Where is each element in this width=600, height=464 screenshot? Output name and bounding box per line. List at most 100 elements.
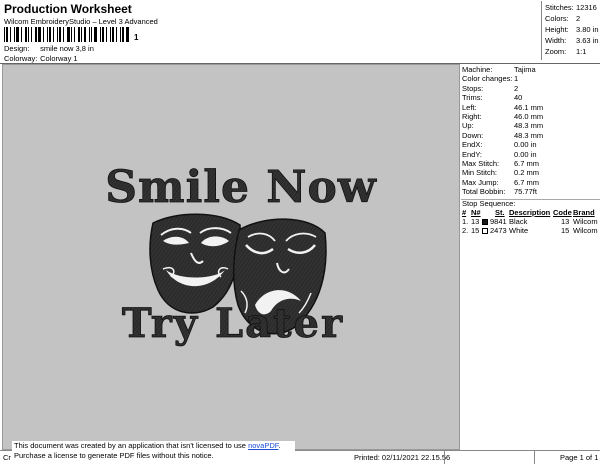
- spec-label: Min Stitch:: [462, 168, 498, 178]
- spec-value: 48.3 mm: [514, 130, 544, 140]
- colorway-label: Colorway:: [4, 54, 38, 63]
- spec-label: Color changes:: [462, 74, 513, 84]
- col-header-st: St.: [495, 208, 505, 217]
- spec-panel: Machine: Tajima Color changes: 1 Stops: 2 Trim…: [461, 64, 600, 450]
- spec-value: 75.77ft: [514, 187, 537, 197]
- spec-row: Machine: Tajima: [462, 65, 599, 74]
- spec-label: Max Stitch:: [462, 159, 500, 168]
- license-notice: This document was created by an applicat…: [12, 441, 295, 463]
- spec-value: 6.7 mm: [514, 159, 540, 168]
- spec-value: Tajima: [514, 65, 536, 74]
- footer-separator: [534, 451, 535, 464]
- spec-label: Left:: [462, 102, 477, 112]
- summary-label: Width:: [545, 36, 567, 45]
- color-swatch: [482, 217, 488, 226]
- spec-value: 46.0 mm: [514, 112, 544, 121]
- row-brand: Wilcom: [573, 226, 598, 235]
- col-header-description: Description: [509, 208, 551, 217]
- spec-value: 0.2 mm: [514, 168, 540, 178]
- summary-label: Stitches:: [545, 3, 574, 12]
- barcode: [4, 27, 132, 42]
- spec-value: 2: [514, 83, 519, 93]
- barcode-digit: 1: [134, 33, 139, 42]
- col-header-brand: Brand: [573, 208, 595, 217]
- footer-separator: [444, 451, 445, 464]
- notice-punct: .: [278, 441, 281, 450]
- spec-value: 6.7 mm: [514, 177, 540, 187]
- spec-label: Machine:: [462, 65, 493, 74]
- spec-row: Right: 46.0 mm: [462, 112, 599, 121]
- spec-label: Down:: [462, 130, 484, 140]
- spec-label: Total Bobbin:: [462, 187, 506, 197]
- spec-label: EndY:: [462, 149, 483, 159]
- row-code: 15: [561, 226, 570, 235]
- summary-value: 3.80 in: [576, 25, 599, 34]
- spec-row: Stops: 2: [462, 84, 599, 93]
- spec-row: Color changes: 1: [462, 74, 599, 83]
- design-text-bottom: Try Later: [122, 300, 344, 347]
- summary-value: 2: [576, 14, 581, 23]
- spec-value: 1: [514, 74, 519, 84]
- row-description: Black: [509, 217, 528, 226]
- spec-label: Up:: [462, 121, 474, 131]
- row-index: 1.: [462, 217, 469, 226]
- col-header-n: N#: [471, 208, 481, 217]
- row-code: 13: [561, 217, 570, 226]
- spec-value: 48.3 mm: [514, 121, 544, 131]
- spec-value: 40: [514, 93, 523, 103]
- spec-value: 0.00 in: [514, 149, 537, 159]
- design-text-top: Smile Now: [105, 162, 377, 213]
- spec-value: 46.1 mm: [514, 102, 544, 112]
- spec-label: Trims:: [462, 93, 483, 103]
- notice-text: This document was created by an applicat…: [14, 441, 249, 450]
- summary-box: Stitches: 12316 Colors: 2 Height: 3.80 in W…: [541, 1, 599, 60]
- embroidery-artwork: Smile Now Try Later: [105, 162, 377, 348]
- notice-line-1: This document was created by an applicat…: [14, 441, 295, 451]
- spec-row: Total Bobbin: 75.77ft: [462, 187, 599, 196]
- spec-row: EndY: 0.00 in: [462, 150, 599, 159]
- spec-row: Max Jump: 6.7 mm: [462, 178, 599, 187]
- row-needle: 15: [471, 226, 480, 235]
- summary-value: 1:1: [576, 47, 587, 56]
- summary-label: Zoom:: [545, 47, 567, 56]
- design-preview[interactable]: Smile Now Try Later: [2, 64, 460, 450]
- spec-row: Min Stitch: 0.2 mm: [462, 168, 599, 177]
- page-title: Production Worksheet: [4, 2, 132, 16]
- summary-label: Height:: [545, 25, 569, 34]
- page-number: Page 1 of 1: [560, 453, 599, 462]
- stop-sequence-title: Stop Sequence:: [462, 199, 516, 208]
- col-header-idx: #: [462, 208, 467, 217]
- comedy-mask-icon: [149, 213, 241, 314]
- spec-value: 0.00 in: [514, 140, 537, 150]
- spec-label: EndX:: [462, 140, 483, 150]
- colorway-value: Colorway 1: [40, 54, 78, 63]
- spec-label: Max Jump:: [462, 177, 499, 187]
- design-name-row: Design: smile now 3,8 in: [4, 44, 94, 53]
- spec-row: Up: 48.3 mm: [462, 121, 599, 130]
- spec-row: EndX: 0.00 in: [462, 140, 599, 149]
- color-swatch: [482, 226, 488, 235]
- row-index: 2.: [462, 226, 469, 235]
- notice-line-2: Purchase a license to generate PDF files…: [14, 451, 214, 460]
- spec-row: Down: 48.3 mm: [462, 131, 599, 140]
- printed-timestamp: Printed: 02/11/2021 22.15.56: [354, 453, 451, 462]
- spec-row: Trims: 40: [462, 93, 599, 102]
- footer-cr: Cr: [3, 453, 11, 462]
- row-description: White: [509, 226, 529, 235]
- colorway-row: Colorway: Colorway 1: [4, 54, 78, 63]
- design-value: smile now 3,8 in: [40, 44, 94, 53]
- col-header-code: Code: [553, 208, 572, 217]
- spec-row: Max Stitch: 6.7 mm: [462, 159, 599, 168]
- spec-label: Stops:: [462, 83, 484, 93]
- summary-label: Colors:: [545, 14, 569, 23]
- software-subtitle: Wilcom EmbroideryStudio – Level 3 Advanc…: [4, 17, 158, 26]
- novapdf-link[interactable]: novaPDF: [248, 441, 278, 450]
- spec-row: Left: 46.1 mm: [462, 103, 599, 112]
- summary-value: 3.63 in: [576, 36, 599, 45]
- row-stitches: 2473: [490, 226, 507, 235]
- row-needle: 13: [471, 217, 480, 226]
- spec-label: Right:: [462, 112, 482, 121]
- summary-value: 12316: [576, 3, 597, 12]
- design-label: Design:: [4, 44, 30, 53]
- row-brand: Wilcom: [573, 217, 598, 226]
